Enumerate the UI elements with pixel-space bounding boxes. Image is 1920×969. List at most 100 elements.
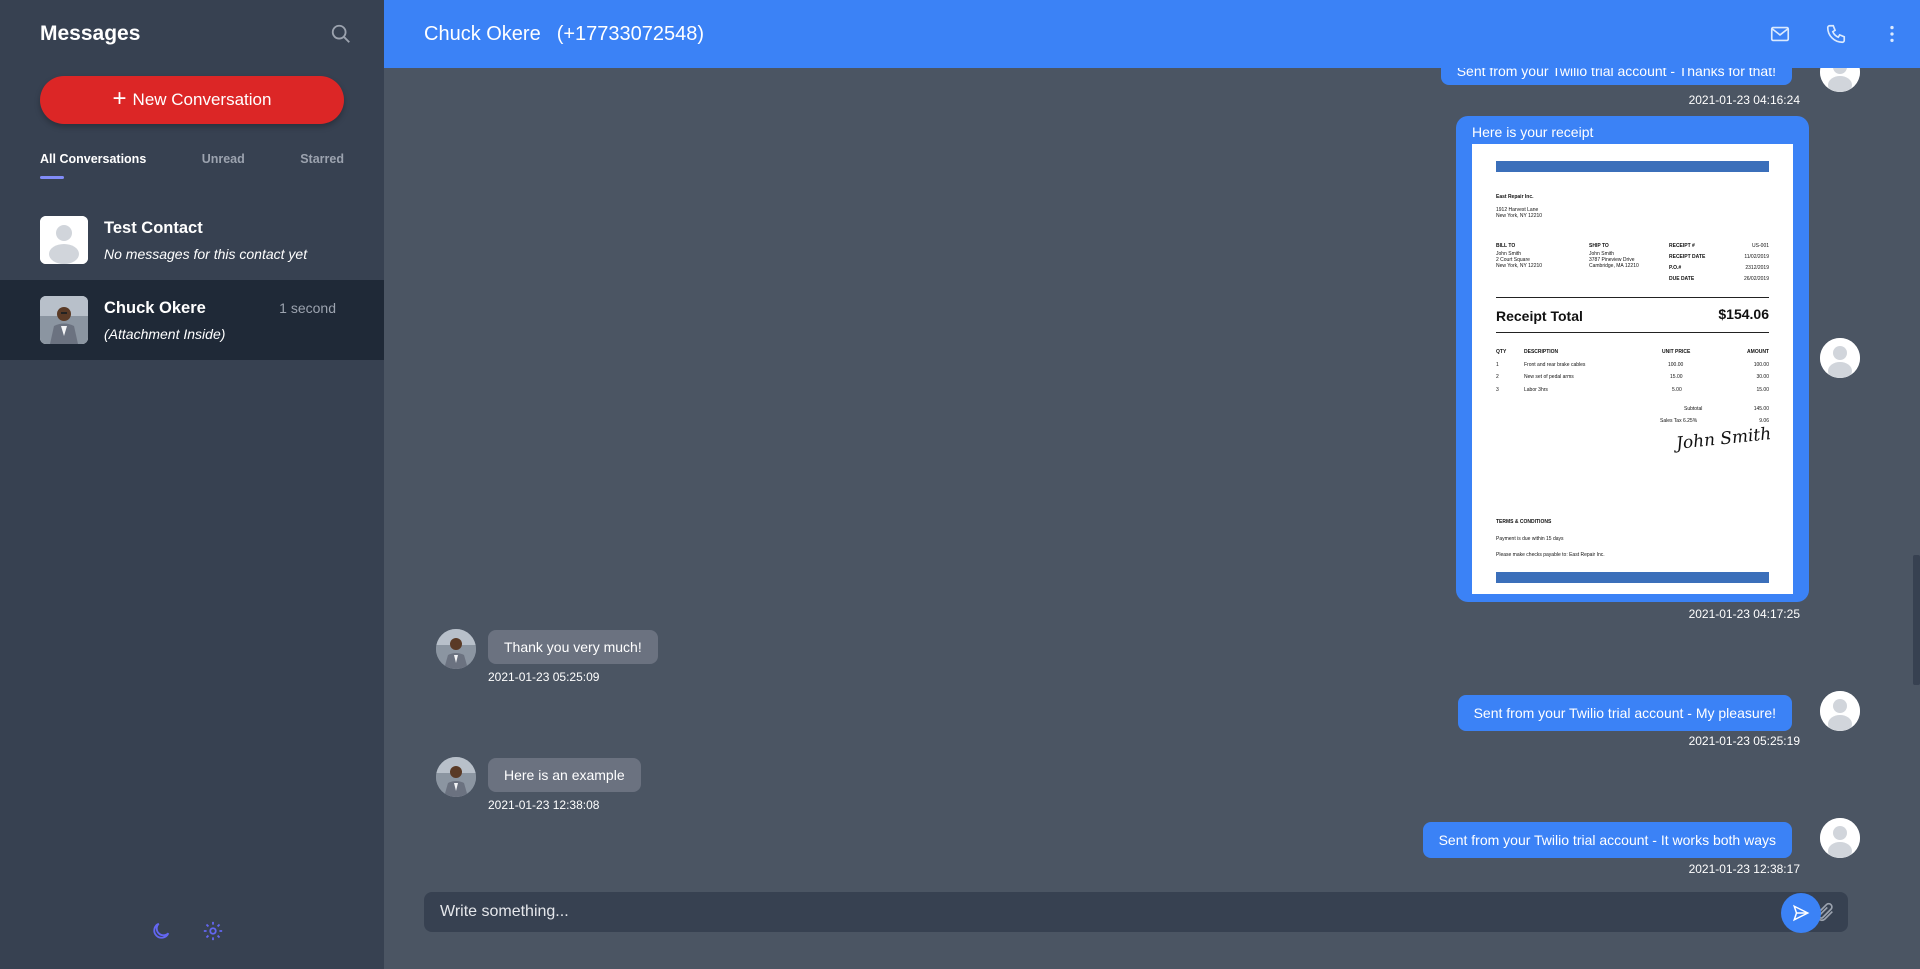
conversation-time: 1 second — [279, 300, 336, 316]
user-avatar — [1820, 818, 1860, 858]
receipt-meta-label: RECEIPT DATE — [1669, 254, 1706, 260]
receipt-company: East Repair Inc. — [1496, 194, 1534, 200]
receipt-terms-line: Payment is due within 15 days — [1496, 536, 1564, 542]
conversation-body: Test Contact No messages for this contac… — [104, 219, 344, 262]
phone-icon[interactable] — [1808, 0, 1864, 68]
scrollbar-thumb[interactable] — [1913, 555, 1920, 685]
search-icon[interactable] — [330, 23, 352, 45]
message-timestamp: 2021-01-23 04:17:25 — [1688, 607, 1800, 621]
receipt-item-unit: 5.00 — [1672, 387, 1682, 393]
receipt-terms-label: TERMS & CONDITIONS — [1496, 519, 1552, 525]
moon-icon[interactable] — [150, 920, 172, 942]
receipt-item-amount: 30.00 — [1756, 374, 1769, 380]
message-incoming: Here is an example — [488, 758, 641, 792]
receipt-ship-to-label: SHIP TO — [1589, 243, 1609, 249]
receipt-tax-value: 9.06 — [1759, 418, 1769, 424]
receipt-item-qty: 1 — [1496, 362, 1499, 368]
receipt-item-desc: Front and rear brake cables — [1524, 362, 1586, 368]
receipt-item-desc: Labor 3hrs — [1524, 387, 1548, 393]
receipt-footer-bar — [1496, 572, 1769, 583]
tab-all-conversations[interactable]: All Conversations — [40, 152, 146, 179]
receipt-item-unit: 15.00 — [1670, 374, 1683, 380]
receipt-item-qty: 3 — [1496, 387, 1499, 393]
message-timestamp: 2021-01-23 04:16:24 — [1688, 93, 1800, 107]
message-outgoing: Sent from your Twilio trial account - It… — [1422, 822, 1792, 858]
receipt-meta-label: P.O.# — [1669, 265, 1682, 271]
avatar — [40, 296, 88, 344]
receipt-total-value: $154.06 — [1718, 306, 1769, 322]
chat-header: Chuck Okere (+17733072548) — [384, 0, 1920, 68]
receipt-bill-to-line: New York, NY 12210 — [1496, 263, 1543, 269]
message-caption: Here is your receipt — [1472, 124, 1594, 140]
receipt-total-label: Receipt Total — [1496, 308, 1583, 324]
message-timestamp: 2021-01-23 05:25:09 — [488, 670, 600, 684]
more-vertical-icon[interactable] — [1864, 0, 1920, 68]
message-incoming: Thank you very much! — [488, 630, 658, 664]
receipt-meta-value: 2312/2019 — [1745, 265, 1769, 271]
receipt-meta-label: RECEIPT # — [1669, 243, 1695, 249]
receipt-signature: John Smith — [1674, 424, 1772, 454]
message-input[interactable] — [440, 903, 1780, 921]
conversation-preview: No messages for this contact yet — [104, 245, 308, 262]
message-bubble: Thank you very much! — [488, 630, 658, 664]
message-outgoing: Sent from your Twilio trial account - My… — [1457, 695, 1792, 731]
new-conversation-button[interactable]: + New Conversation — [40, 76, 344, 124]
sidebar-footer — [150, 920, 224, 942]
conversation-tabs: All Conversations Unread Starred — [40, 152, 344, 179]
receipt-header-bar — [1496, 161, 1769, 172]
receipt-address-2: New York, NY 12210 — [1496, 213, 1543, 219]
receipt-col-unit: UNIT PRICE — [1662, 349, 1691, 355]
divider — [1496, 332, 1769, 333]
header-actions — [1752, 0, 1920, 68]
message-attachment-bubble: Here is your receipt East Repair Inc. 1 9… — [1456, 116, 1809, 602]
sidebar-title: Messages — [40, 22, 141, 45]
receipt-item-amount: 15.00 — [1756, 387, 1769, 393]
send-button[interactable] — [1781, 893, 1821, 933]
divider — [1496, 297, 1769, 298]
contact-phone: (+17733072548) — [556, 22, 705, 45]
receipt-item-desc: New set of pedal arms — [1524, 374, 1574, 380]
user-avatar — [1820, 691, 1860, 731]
send-icon — [1792, 904, 1810, 922]
tab-unread[interactable]: Unread — [202, 152, 245, 166]
conversation-item-chuck-okere[interactable]: Chuck Okere (Attachment Inside) 1 second — [0, 280, 384, 360]
receipt-bill-to-label: BILL TO — [1496, 243, 1516, 249]
contact-avatar — [436, 629, 476, 669]
conversation-item-test-contact[interactable]: Test Contact No messages for this contac… — [0, 200, 384, 280]
conversation-name: Test Contact — [104, 218, 203, 237]
contact-name: Chuck Okere — [424, 22, 541, 45]
message-bubble: Sent from your Twilio trial account - My… — [1457, 695, 1792, 731]
receipt-tax-label: Sales Tax 6.25% — [1660, 418, 1698, 424]
tab-starred[interactable]: Starred — [300, 152, 344, 166]
conversation-preview: (Attachment Inside) — [104, 325, 226, 342]
new-conversation-label: New Conversation — [132, 90, 272, 109]
message-bubble: Here is an example — [488, 758, 641, 792]
plus-icon: + — [112, 85, 127, 112]
message-thread[interactable]: Sent from your Twilio trial account - Th… — [384, 0, 1920, 880]
conversation-list: Test Contact No messages for this contac… — [0, 200, 384, 360]
mail-icon[interactable] — [1752, 0, 1808, 68]
gear-icon[interactable] — [202, 920, 224, 942]
receipt-item-qty: 2 — [1496, 374, 1499, 380]
receipt-col-desc: DESCRIPTION — [1524, 349, 1559, 355]
receipt-subtotal-value: 145.00 — [1753, 406, 1769, 412]
app: Messages + New Conversation All Conversa… — [0, 0, 1920, 969]
receipt-meta-value: 11/02/2019 — [1744, 254, 1769, 260]
sidebar: Messages + New Conversation All Conversa… — [0, 0, 384, 969]
receipt-image[interactable]: East Repair Inc. 1912 Harvest Lane New Y… — [1472, 144, 1793, 594]
receipt-item-unit: 100.00 — [1668, 362, 1684, 368]
receipt-col-amount: AMOUNT — [1747, 349, 1769, 355]
receipt-item-amount: 100.00 — [1753, 362, 1769, 368]
message-composer — [424, 892, 1848, 932]
receipt-terms-line: Please make checks payable to: East Repa… — [1496, 552, 1605, 558]
chat-panel: Sent from your Twilio trial account - Th… — [384, 0, 1920, 969]
contact-avatar — [436, 757, 476, 797]
receipt-subtotal-label: Subtotal — [1684, 406, 1703, 412]
sidebar-header: Messages — [0, 0, 384, 68]
receipt-meta-value: US-001 — [1752, 243, 1769, 249]
receipt-ship-to-line: Cambridge, MA 12210 — [1589, 263, 1639, 269]
message-timestamp: 2021-01-23 12:38:17 — [1688, 862, 1800, 876]
message-bubble: Sent from your Twilio trial account - It… — [1422, 822, 1792, 858]
user-avatar — [1820, 338, 1860, 378]
receipt-col-qty: QTY — [1496, 349, 1507, 355]
